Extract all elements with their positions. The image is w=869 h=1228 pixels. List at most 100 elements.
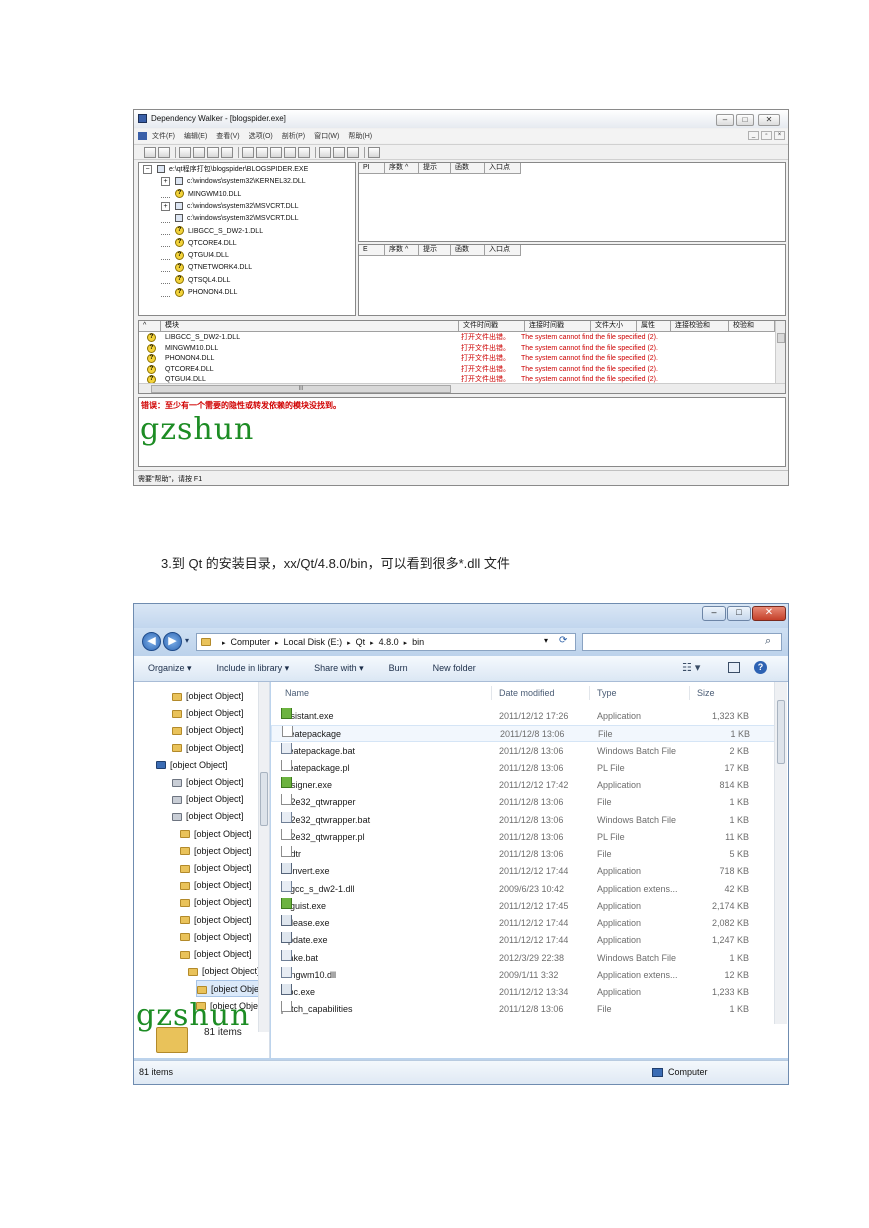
column-header[interactable]: 校验和: [729, 321, 775, 332]
tree-node[interactable]: ? MINGWM10.DLL: [161, 189, 241, 201]
column-divider[interactable]: [689, 686, 690, 700]
log-pane[interactable]: 错误：至少有一个需要的隐性或转发依赖的模块没找到。 gzshun: [138, 397, 786, 467]
breadcrumb-item[interactable]: Local Disk (E:): [284, 637, 343, 647]
column-header[interactable]: Size: [693, 684, 715, 702]
dw-title-bar[interactable]: Dependency Walker - [blogspider.exe] – □…: [134, 110, 788, 128]
column-header[interactable]: 模块: [161, 321, 459, 332]
full-paths-icon[interactable]: [193, 147, 205, 158]
menu-item[interactable]: 窗口(W): [314, 133, 339, 140]
mdi-close-button[interactable]: ×: [774, 131, 785, 140]
nav-item[interactable]: [object Object]: [172, 722, 244, 739]
files-scroll-thumb[interactable]: [777, 700, 785, 764]
column-header[interactable]: Name: [281, 684, 309, 702]
column-header[interactable]: 函数: [451, 163, 485, 174]
module-tree-pane[interactable]: − e:\qt程序打包\blogspider\BLOGSPIDER.EXE + c:\…: [138, 162, 356, 316]
command-button[interactable]: Organize ▾: [148, 663, 192, 673]
command-button[interactable]: Burn: [389, 663, 408, 673]
back-button[interactable]: ◀: [142, 632, 161, 651]
column-header[interactable]: Date modified: [495, 684, 555, 702]
file-row[interactable]: libgcc_s_dw2-1.dll 2009/6/23 10:42 Applica…: [271, 880, 775, 898]
expander-icon[interactable]: −: [143, 164, 152, 174]
refresh-icon[interactable]: ⟳: [559, 635, 567, 646]
match-icon[interactable]: [221, 147, 233, 158]
history-chevron-icon[interactable]: ▾: [185, 636, 189, 645]
preview-pane-icon[interactable]: [728, 662, 740, 673]
module-row[interactable]: ? QTGUI4.DLL 打开文件出错。 The system cannot find…: [139, 374, 775, 383]
file-row[interactable]: createpackage.pl 2011/12/8 13:06 PL File 17…: [271, 759, 775, 777]
column-header[interactable]: 连接时间戳: [525, 321, 591, 332]
command-button[interactable]: New folder: [433, 663, 476, 673]
module-list-pane[interactable]: ^ 模块 文件时间戳 连接时间戳 文件大小 属性 连接校验和 校验和 ? LIBGCC_S_DW…: [138, 320, 786, 394]
file-list-pane[interactable]: Name Date modified Type Size ˆ assistant.exe…: [271, 682, 788, 1058]
module-row[interactable]: ? QTCORE4.DLL 打开文件出错。 The system cannot fin…: [139, 364, 775, 375]
forward-button[interactable]: ▶: [163, 632, 182, 651]
minimize-button[interactable]: –: [716, 114, 734, 126]
copy-icon[interactable]: [179, 147, 191, 158]
file-row[interactable]: make.bat 2012/3/29 22:38 Windows Batch Fil…: [271, 949, 775, 967]
expand-all-icon[interactable]: [242, 147, 254, 158]
menu-item[interactable]: 查看(V): [216, 133, 239, 140]
vertical-scrollbar[interactable]: [775, 321, 785, 383]
tree-node[interactable]: c:\windows\system32\MSVCRT.DLL: [161, 213, 299, 225]
column-header[interactable]: 属性: [637, 321, 671, 332]
system-info-icon[interactable]: [333, 147, 345, 158]
import-functions-pane[interactable]: PI 序数 ^ 提示 函数 入口点: [358, 162, 786, 242]
file-row[interactable]: mingwm10.dll 2009/1/11 3:32 Application ex…: [271, 966, 775, 984]
tree-node[interactable]: + c:\windows\system32\MSVCRT.DLL: [161, 201, 299, 213]
breadcrumb-item[interactable]: Computer: [231, 637, 271, 647]
file-row[interactable]: createpackage.bat 2011/12/8 13:06 Windows …: [271, 742, 775, 760]
column-header[interactable]: ^: [139, 321, 161, 332]
menu-item[interactable]: 编辑(E): [184, 133, 207, 140]
column-header[interactable]: E: [359, 245, 385, 256]
highlight-icon[interactable]: [270, 147, 282, 158]
breadcrumb-item[interactable]: bin: [412, 637, 424, 647]
tree-node[interactable]: ? LIBGCC_S_DW2-1.DLL: [161, 226, 263, 238]
column-header[interactable]: 序数 ^: [385, 163, 419, 174]
nav-item[interactable]: [object Object]: [172, 705, 244, 722]
module-row[interactable]: ? PHONON4.DLL 打开文件出错。 The system cannot fin…: [139, 353, 775, 364]
next-icon[interactable]: [298, 147, 310, 158]
breadcrumb-separator-icon[interactable]: ▸: [370, 640, 374, 647]
save-icon[interactable]: [158, 147, 170, 158]
column-header[interactable]: 文件大小: [591, 321, 637, 332]
files-scrollbar[interactable]: [774, 682, 787, 1024]
command-button[interactable]: Share with ▾: [314, 663, 364, 673]
export-functions-pane[interactable]: E 序数 ^ 提示 函数 入口点: [358, 244, 786, 316]
command-button[interactable]: Include in library ▾: [217, 663, 290, 673]
breadcrumb-separator-icon[interactable]: ▸: [275, 640, 279, 647]
nav-item[interactable]: [object Object]: [180, 843, 252, 860]
navigation-pane[interactable]: [object Object] [object Object] [object Ob…: [134, 682, 270, 1058]
close-button[interactable]: ✕: [752, 606, 786, 621]
open-icon[interactable]: [144, 147, 156, 158]
tree-node[interactable]: ? QTSQL4.DLL: [161, 275, 230, 287]
minimize-button[interactable]: –: [702, 606, 726, 621]
column-divider[interactable]: [589, 686, 590, 700]
nav-item[interactable]: [object Object]: [180, 929, 252, 946]
column-header[interactable]: 连接校验和: [671, 321, 729, 332]
expander-icon[interactable]: +: [161, 201, 170, 211]
file-row[interactable]: linguist.exe 2011/12/12 17:45 Application 2…: [271, 897, 775, 915]
column-header[interactable]: 提示: [419, 163, 451, 174]
tree-node[interactable]: ? QTGUI4.DLL: [161, 250, 229, 262]
file-row[interactable]: elf2e32_qtwrapper.bat 2011/12/8 13:06 Wind…: [271, 811, 775, 829]
file-row[interactable]: lconvert.exe 2011/12/12 17:44 Application 7…: [271, 863, 775, 880]
mdi-minimize-button[interactable]: _: [748, 131, 759, 140]
find-icon[interactable]: [284, 147, 296, 158]
column-header[interactable]: Type: [593, 684, 617, 702]
nav-item[interactable]: [object Object]: [188, 963, 260, 980]
close-button[interactable]: ✕: [758, 114, 780, 126]
tree-node[interactable]: − e:\qt程序打包\blogspider\BLOGSPIDER.EXE: [143, 164, 308, 176]
file-row[interactable]: moc.exe 2011/12/12 13:34 Application 1,233 …: [271, 984, 775, 1001]
view-options-icon[interactable]: ☷ ▾: [682, 661, 700, 674]
menu-item[interactable]: 文件(F): [152, 133, 175, 140]
nav-item[interactable]: [object Object]: [180, 860, 252, 877]
tree-node[interactable]: ? PHONON4.DLL: [161, 287, 237, 299]
column-header[interactable]: PI: [359, 163, 385, 174]
nav-item[interactable]: [object Object]: [180, 826, 252, 843]
column-header[interactable]: 函数: [451, 245, 485, 256]
tree-node[interactable]: ? QTCORE4.DLL: [161, 238, 237, 250]
properties-icon[interactable]: [319, 147, 331, 158]
file-row[interactable]: lrelease.exe 2011/12/12 17:44 Application 2…: [271, 915, 775, 932]
nav-scrollbar[interactable]: [258, 682, 269, 1032]
nav-item[interactable]: [object Object]: [156, 757, 228, 774]
